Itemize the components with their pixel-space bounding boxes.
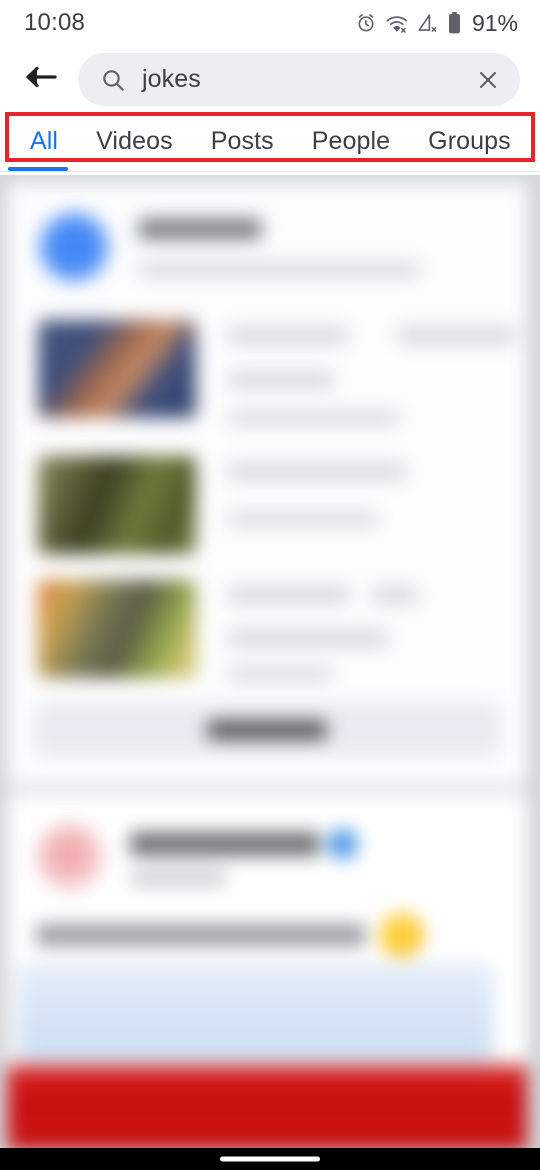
search-input-value[interactable]: jokes xyxy=(142,65,474,94)
status-bar: 10:08 91% xyxy=(0,0,540,46)
tab-posts[interactable]: Posts xyxy=(192,127,293,156)
result-header-text xyxy=(138,217,420,277)
verified-badge-icon xyxy=(328,829,358,859)
tab-events[interactable]: Eve xyxy=(530,127,540,156)
alarm-clock-icon xyxy=(355,12,377,34)
tab-groups[interactable]: Groups xyxy=(409,127,530,156)
active-tab-indicator xyxy=(8,167,68,171)
search-results-card[interactable] xyxy=(8,183,527,785)
avatar xyxy=(38,211,110,283)
avatar xyxy=(36,823,104,891)
thumbnail xyxy=(38,580,196,678)
list-item[interactable] xyxy=(38,580,419,681)
wifi-off-icon xyxy=(385,12,409,34)
status-icon-group: 91% xyxy=(355,10,518,37)
battery-icon xyxy=(447,11,462,35)
list-item-text xyxy=(228,580,419,681)
see-more-button[interactable] xyxy=(34,703,500,757)
list-item-text xyxy=(228,456,406,554)
thumbnail xyxy=(38,320,196,418)
emoji-icon xyxy=(380,913,424,957)
cell-signal-off-icon xyxy=(417,12,439,34)
search-field[interactable]: jokes xyxy=(78,53,520,106)
tab-people[interactable]: People xyxy=(293,127,409,156)
search-icon xyxy=(100,67,126,93)
phone-screen: 10:08 91% jokes All Videos Posts People … xyxy=(0,0,540,1170)
text-line xyxy=(138,217,262,240)
post-author xyxy=(130,829,358,885)
tab-list: All Videos Posts People Groups Eve xyxy=(0,113,540,169)
home-indicator[interactable] xyxy=(220,1156,320,1162)
status-time: 10:08 xyxy=(24,9,86,36)
red-banner[interactable] xyxy=(8,1061,527,1150)
arrow-left-icon xyxy=(24,64,58,95)
tab-bar: All Videos Posts People Groups Eve xyxy=(0,113,540,175)
list-item[interactable] xyxy=(38,456,406,554)
battery-percentage: 91% xyxy=(471,9,518,36)
blur-layer xyxy=(0,175,540,1150)
tab-videos[interactable]: Videos xyxy=(77,127,192,156)
see-more-label xyxy=(207,720,327,740)
tab-divider xyxy=(0,171,540,172)
search-results-feed[interactable] xyxy=(0,175,540,1150)
post-header xyxy=(36,823,358,891)
post-body xyxy=(36,913,424,957)
back-button[interactable] xyxy=(12,51,70,109)
thumbnail xyxy=(38,456,196,554)
search-header: jokes xyxy=(0,46,540,113)
result-header xyxy=(38,211,420,283)
close-icon[interactable] xyxy=(474,66,502,94)
text-line xyxy=(138,261,420,277)
post-timestamp xyxy=(130,871,226,885)
tab-all[interactable]: All xyxy=(14,127,77,156)
list-item[interactable] xyxy=(38,320,517,425)
list-item-text xyxy=(228,320,517,425)
system-nav-bar xyxy=(0,1148,540,1170)
